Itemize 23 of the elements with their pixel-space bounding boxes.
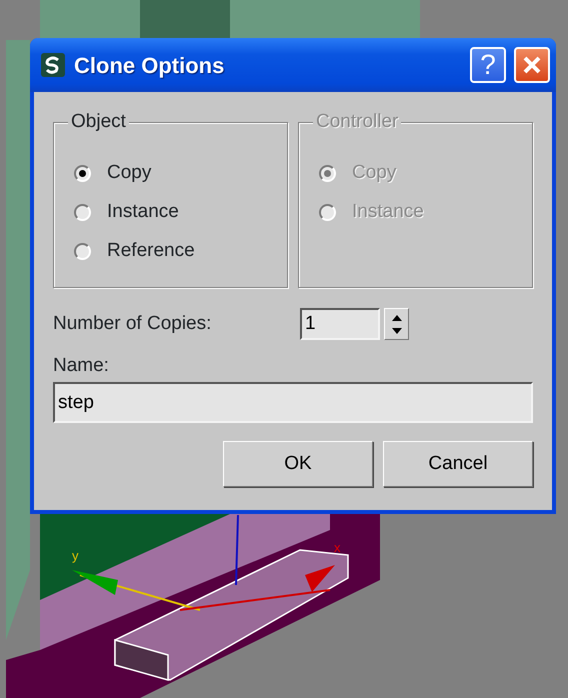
down-arrow-icon bbox=[392, 328, 402, 334]
axis-label: x bbox=[334, 540, 340, 555]
radio-button[interactable] bbox=[74, 204, 91, 220]
copies-label: Number of Copies: bbox=[53, 312, 212, 336]
close-icon bbox=[522, 55, 542, 75]
radio-label[interactable]: Instance bbox=[107, 200, 179, 224]
dialog-button[interactable]: OK bbox=[223, 441, 373, 487]
close-button[interactable] bbox=[514, 47, 550, 83]
app-icon bbox=[40, 52, 66, 78]
window-title: Clone Options bbox=[74, 52, 226, 80]
group-label: Object bbox=[68, 110, 129, 134]
help-button[interactable]: ? bbox=[470, 47, 506, 83]
radio-label[interactable]: Reference bbox=[107, 239, 195, 263]
copies-spinner[interactable] bbox=[384, 308, 409, 340]
radio-label[interactable]: Copy bbox=[107, 161, 152, 185]
name-field[interactable]: step bbox=[53, 382, 533, 423]
radio-button[interactable] bbox=[74, 164, 91, 182]
copies-field[interactable]: 1 bbox=[300, 308, 380, 340]
radio-button[interactable] bbox=[74, 242, 91, 260]
up-arrow-icon bbox=[392, 314, 402, 320]
dialog-button[interactable]: Cancel bbox=[383, 441, 533, 487]
name-label: Name: bbox=[53, 354, 109, 378]
axis-label: y bbox=[72, 548, 78, 563]
